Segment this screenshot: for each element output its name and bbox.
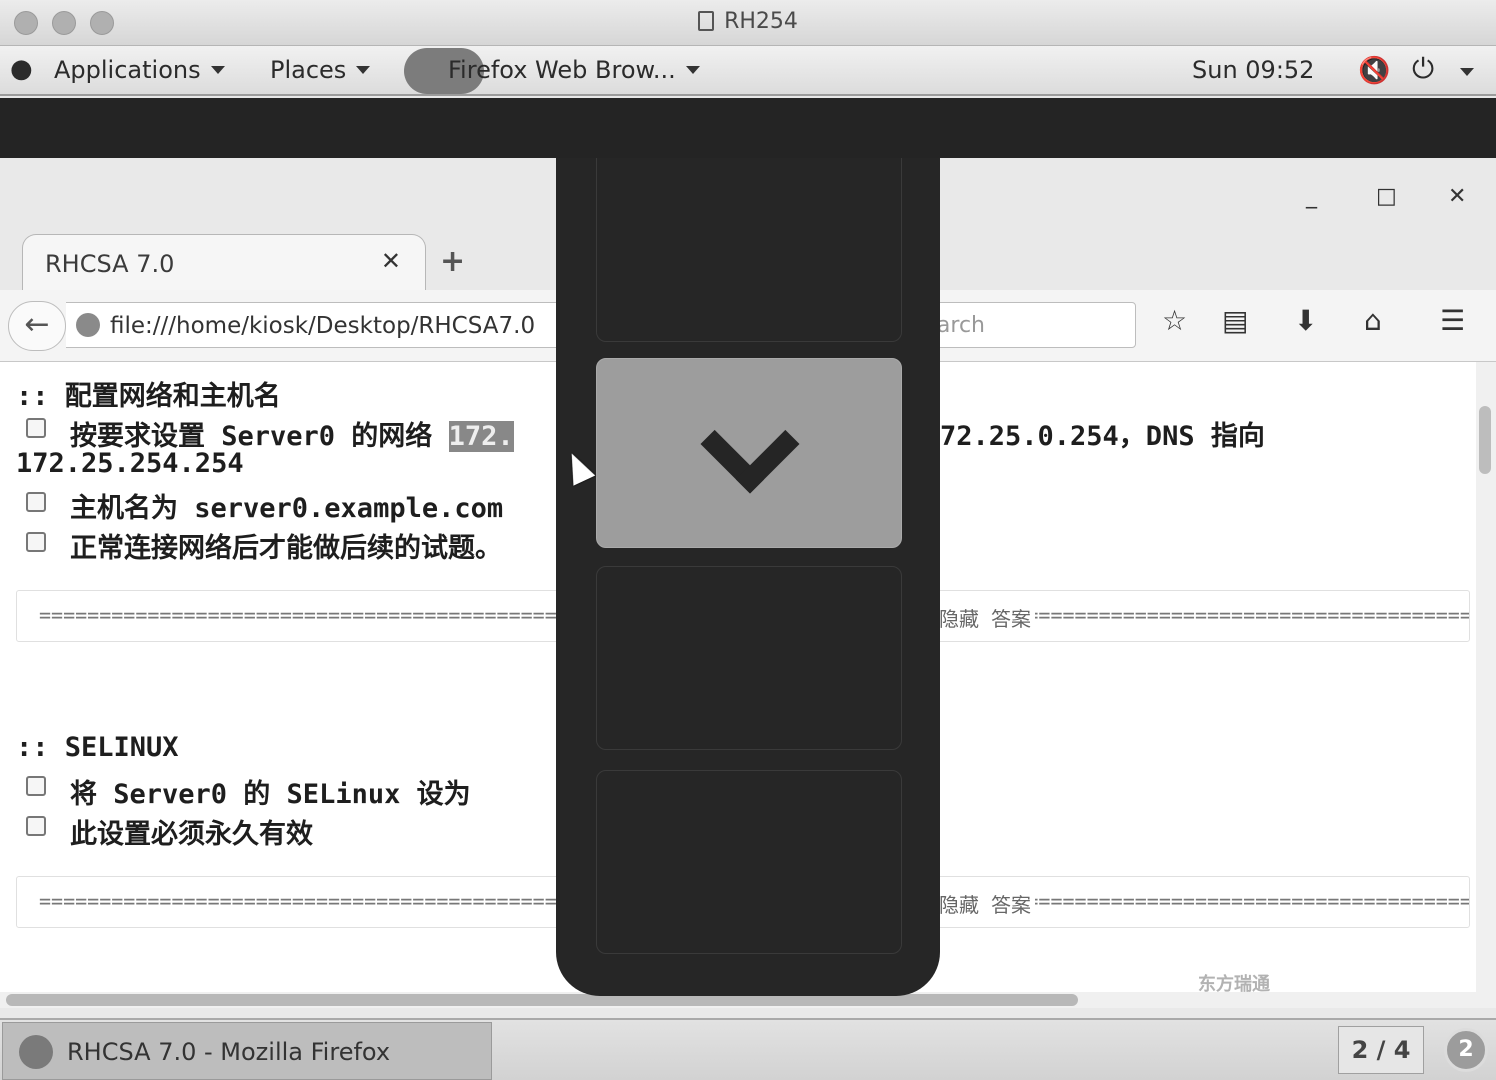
globe-icon — [76, 313, 100, 337]
task-note: 正常连接网络后才能做后续的试题。 — [70, 533, 502, 564]
checkbox[interactable] — [26, 816, 46, 836]
window-title: RH254 — [0, 9, 1496, 34]
taskbar-firefox-window[interactable]: RHCSA 7.0 - Mozilla Firefox — [2, 1022, 492, 1080]
download-icon[interactable]: ⬇ — [1294, 304, 1317, 337]
workspace-4[interactable] — [596, 770, 902, 954]
firefox-icon — [19, 1035, 53, 1069]
tab-title: RHCSA 7.0 — [45, 250, 175, 278]
checkbox[interactable] — [26, 532, 46, 552]
section-title-selinux: :: SELINUX — [16, 732, 179, 763]
maximize-icon[interactable]: □ — [1376, 184, 1397, 209]
active-app-menu[interactable]: Firefox Web Brow... — [448, 56, 700, 84]
close-icon[interactable]: ✕ — [1448, 184, 1466, 209]
task-selinux-permanent: 此设置必须永久有效 — [70, 819, 313, 850]
chevron-down-icon — [685, 66, 700, 74]
watermark-logo: 东方瑞通 — [1198, 974, 1270, 995]
new-tab-icon[interactable]: + — [440, 244, 465, 279]
power-icon[interactable]: ⏻ — [1412, 52, 1434, 86]
workspace-3[interactable] — [596, 566, 902, 750]
checkbox[interactable] — [26, 776, 46, 796]
selected-text: 172. — [448, 421, 514, 452]
chevron-down-icon — [700, 394, 800, 494]
document-icon — [698, 11, 715, 31]
task-network-text-end: 72.25.0.254，DNS 指向 — [940, 421, 1265, 452]
chevron-down-icon — [210, 66, 225, 74]
desktop-background — [0, 98, 1496, 158]
gnome-top-bar: ● Applications Places Firefox Web Brow..… — [0, 46, 1496, 96]
gnome-foot-icon: ● — [10, 54, 33, 84]
chevron-down-icon — [356, 66, 371, 74]
vertical-scrollbar[interactable] — [1476, 362, 1496, 992]
minimize-icon[interactable]: _ — [1306, 184, 1317, 209]
notification-badge[interactable]: 2 — [1444, 1028, 1488, 1072]
back-button[interactable]: ← — [8, 301, 66, 351]
bookmark-star-icon[interactable]: ☆ — [1162, 304, 1187, 337]
clock[interactable]: Sun 09:52 — [1192, 56, 1314, 84]
volume-muted-icon[interactable]: 🔇 — [1358, 56, 1390, 86]
applications-menu[interactable]: Applications — [54, 56, 225, 84]
task-hostname: 主机名为 server0.example.com — [70, 493, 504, 524]
workspace-switcher — [556, 158, 940, 996]
tab-rhcsa[interactable]: RHCSA 7.0 ✕ — [22, 234, 426, 290]
workspace-indicator[interactable]: 2 / 4 — [1338, 1026, 1424, 1074]
active-app-label: Firefox Web Brow... — [448, 56, 676, 84]
checkbox[interactable] — [26, 492, 46, 512]
hide-answer-link[interactable]: 隐藏 答案 — [939, 603, 1036, 632]
taskbar-window-label: RHCSA 7.0 - Mozilla Firefox — [67, 1038, 391, 1066]
checkbox[interactable] — [26, 418, 46, 438]
places-label: Places — [270, 56, 347, 84]
places-menu[interactable]: Places — [270, 56, 371, 84]
tab-close-icon[interactable]: ✕ — [381, 247, 401, 275]
window-titlebar: RH254 — [0, 0, 1496, 46]
url-text: file:///home/kiosk/Desktop/RHCSA7.0 — [110, 313, 536, 339]
chevron-down-icon — [1460, 68, 1474, 76]
taskbar: RHCSA 7.0 - Mozilla Firefox 2 / 4 2 — [0, 1018, 1496, 1080]
section-title-network: :: 配置网络和主机名 — [16, 381, 281, 412]
applications-label: Applications — [54, 56, 201, 84]
window-title-text: RH254 — [724, 9, 798, 34]
scrollbar-thumb[interactable] — [6, 994, 1078, 1006]
workspace-1[interactable] — [596, 158, 902, 342]
hide-answer-link[interactable]: 隐藏 答案 — [939, 889, 1036, 918]
task-network-dns: 172.25.254.254 — [16, 448, 244, 479]
bookmarks-list-icon[interactable]: ▤ — [1222, 304, 1248, 337]
scrollbar-thumb[interactable] — [1479, 406, 1491, 474]
task-selinux: 将 Server0 的 SELinux 设为 — [70, 779, 471, 810]
menu-icon[interactable]: ☰ — [1440, 304, 1465, 337]
home-icon[interactable]: ⌂ — [1364, 304, 1382, 337]
workspace-2-active[interactable] — [596, 358, 902, 548]
system-menu-chevron-icon[interactable] — [1460, 58, 1474, 86]
